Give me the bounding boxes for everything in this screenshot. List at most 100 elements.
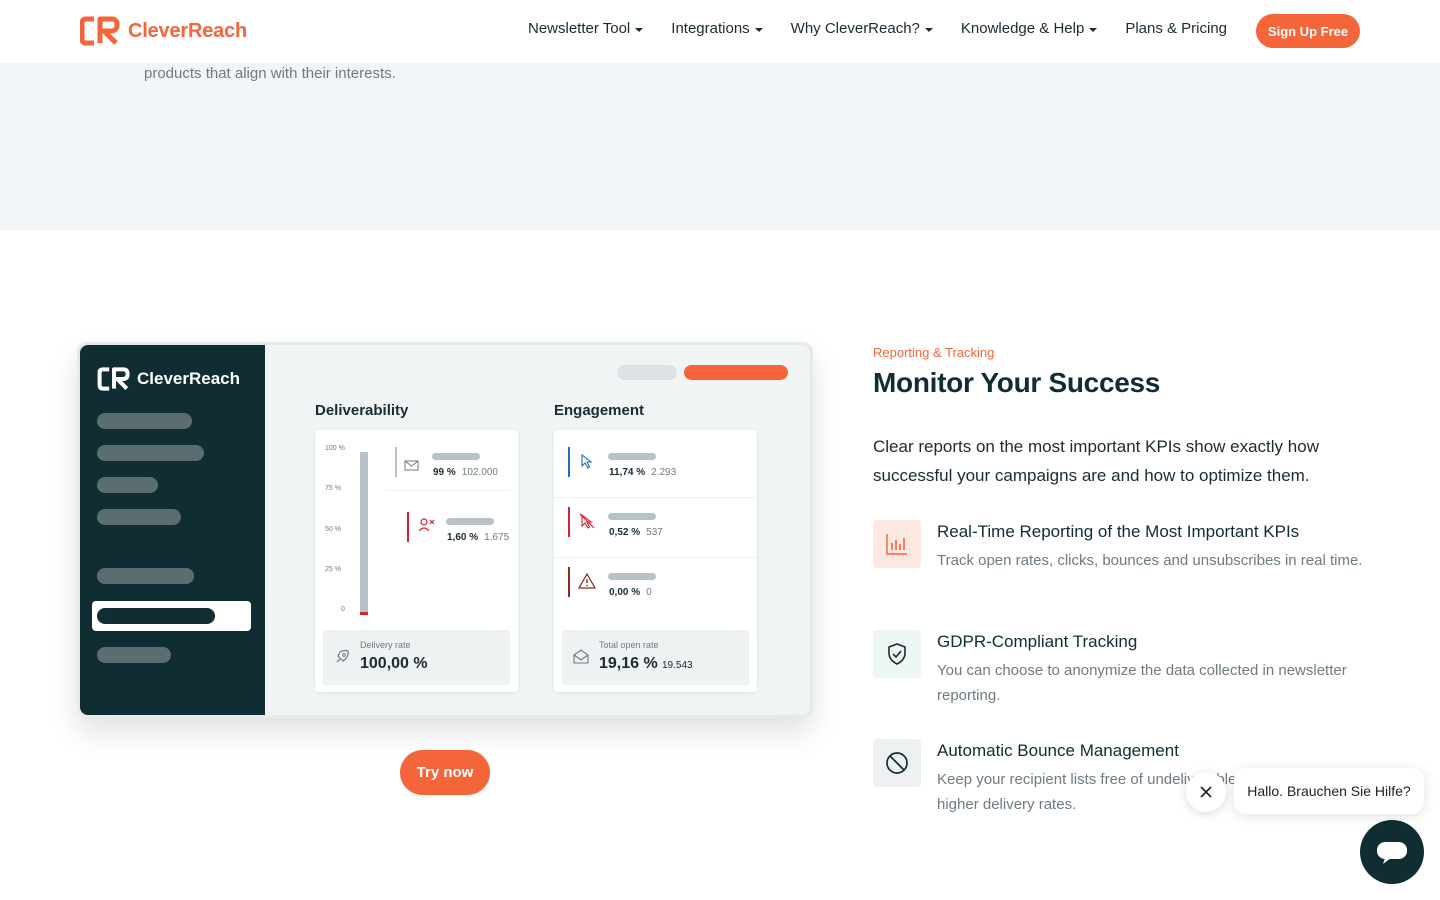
section-title: Monitor Your Success bbox=[873, 367, 1161, 398]
mockup-main: Deliverability 100 % 75 % 50 % 25 % 0 99… bbox=[265, 345, 810, 715]
dashboard-mockup: CleverReach Deliverability 100 % 75 % 50… bbox=[77, 342, 813, 718]
feature-title: GDPR-Compliant Tracking bbox=[937, 632, 1138, 651]
delivered-metric: 99 % 102.000 bbox=[433, 467, 498, 478]
bounce-pct: 1,60 % bbox=[447, 532, 479, 543]
mockup-menu-placeholder bbox=[97, 568, 194, 584]
shield-check-icon bbox=[873, 630, 921, 678]
metric-placeholder bbox=[446, 518, 494, 525]
metric-placeholder bbox=[608, 573, 656, 580]
divider bbox=[554, 497, 757, 498]
chat-close-button[interactable] bbox=[1186, 772, 1226, 812]
main-nav: Newsletter Tool Integrations Why CleverR… bbox=[528, 20, 1227, 37]
bounce-metric: 1,60 % 1.675 bbox=[447, 532, 509, 543]
deliverability-title: Deliverability bbox=[315, 402, 409, 419]
nav-why-cleverreach[interactable]: Why CleverReach? bbox=[791, 20, 933, 37]
cursor-icon bbox=[581, 453, 593, 469]
y-tick: 0 bbox=[341, 606, 345, 613]
bar-chart-icon bbox=[873, 520, 921, 568]
feature-title: Real-Time Reporting of the Most Importan… bbox=[937, 522, 1300, 541]
chevron-down-icon bbox=[1089, 27, 1098, 32]
sign-up-button[interactable]: Sign Up Free bbox=[1256, 14, 1360, 48]
chat-open-button[interactable] bbox=[1360, 820, 1424, 884]
chat-greeting[interactable]: Hallo. Brauchen Sie Hilfe? bbox=[1234, 768, 1424, 814]
mockup-pill-placeholder bbox=[617, 365, 677, 380]
delivered-count: 102.000 bbox=[461, 467, 498, 478]
metric-placeholder bbox=[432, 453, 480, 460]
section-eyebrow: Reporting & Tracking bbox=[873, 345, 995, 360]
cleverreach-logo-icon bbox=[80, 16, 120, 46]
mockup-menu-placeholder bbox=[97, 413, 192, 429]
feature-text: You can choose to anonymize the data col… bbox=[937, 662, 1347, 704]
divider bbox=[385, 490, 510, 491]
brand-logo[interactable]: CleverReach bbox=[80, 16, 247, 46]
nav-integrations[interactable]: Integrations bbox=[671, 20, 763, 37]
nav-label: Knowledge & Help bbox=[960, 20, 1085, 37]
mockup-logo: CleverReach bbox=[97, 367, 240, 391]
open-mail-icon bbox=[573, 649, 589, 664]
delivery-bar bbox=[360, 452, 368, 615]
y-tick: 50 % bbox=[325, 526, 341, 533]
bounce-bar bbox=[360, 612, 368, 615]
unsubscribe-pct: 0,52 % bbox=[609, 527, 641, 538]
nav-plans-pricing[interactable]: Plans & Pricing bbox=[1125, 20, 1227, 37]
complaint-pct: 0,00 % bbox=[609, 587, 641, 598]
mockup-sidebar: CleverReach bbox=[80, 345, 265, 715]
intro-band: products that align with their interests… bbox=[0, 63, 1440, 230]
chat-bubble-icon bbox=[1377, 842, 1407, 864]
cursor-off-icon bbox=[579, 513, 595, 529]
chevron-down-icon bbox=[924, 27, 933, 32]
mockup-menu-placeholder bbox=[97, 509, 181, 525]
clicks-pct: 11,74 % bbox=[609, 467, 646, 478]
deliverability-card: 100 % 75 % 50 % 25 % 0 99 % 102.000 1,60 … bbox=[315, 430, 518, 692]
band-text: products that align with their interests… bbox=[144, 65, 396, 82]
clicks-metric: 11,74 % 2.293 bbox=[609, 467, 676, 478]
open-rate-count: 19.543 bbox=[662, 660, 693, 671]
mail-check-icon bbox=[404, 460, 419, 471]
feature-text: Track open rates, clicks, bounces and un… bbox=[937, 552, 1363, 569]
chevron-down-icon bbox=[635, 27, 644, 32]
nav-label: Plans & Pricing bbox=[1125, 20, 1228, 37]
mockup-brand-name: CleverReach bbox=[137, 369, 241, 388]
bounce-count: 1.675 bbox=[484, 532, 510, 543]
y-tick: 100 % bbox=[325, 445, 345, 452]
bounce-marker bbox=[407, 512, 409, 542]
brand-name: CleverReach bbox=[128, 19, 247, 42]
mockup-menu-active bbox=[92, 601, 251, 631]
complaint-metric: 0,00 % 0 bbox=[609, 587, 652, 598]
delivered-pct: 99 % bbox=[433, 467, 456, 478]
warning-icon bbox=[578, 572, 596, 589]
section-lead: Clear reports on the most important KPIs… bbox=[873, 437, 1319, 485]
nav-label: Integrations bbox=[671, 20, 750, 37]
complaint-count: 0 bbox=[646, 587, 652, 598]
metric-placeholder bbox=[608, 453, 656, 460]
close-icon bbox=[1200, 786, 1212, 798]
y-tick: 75 % bbox=[325, 485, 341, 492]
unsubscribe-metric: 0,52 % 537 bbox=[609, 527, 663, 538]
mockup-button-placeholder bbox=[684, 365, 788, 380]
metric-placeholder bbox=[608, 513, 656, 520]
unsubscribe-count: 537 bbox=[646, 527, 663, 538]
open-rate-summary: Total open rate 19,16 % 19.543 bbox=[562, 630, 749, 685]
mockup-menu-placeholder bbox=[97, 647, 171, 663]
chevron-down-icon bbox=[754, 27, 763, 32]
nav-newsletter-tool[interactable]: Newsletter Tool bbox=[528, 20, 644, 37]
open-rate-label: Total open rate bbox=[599, 640, 659, 650]
y-tick: 25 % bbox=[325, 566, 341, 573]
feature-title: Automatic Bounce Management bbox=[937, 741, 1179, 760]
complaint-marker bbox=[568, 567, 570, 597]
divider bbox=[554, 557, 757, 558]
engagement-title: Engagement bbox=[554, 402, 645, 419]
cleverreach-logo-icon bbox=[97, 367, 130, 391]
nav-knowledge-help[interactable]: Knowledge & Help bbox=[960, 20, 1098, 37]
open-rate-value: 19,16 % bbox=[599, 655, 658, 672]
try-now-button[interactable]: Try now bbox=[400, 750, 490, 795]
delivery-rate-label: Delivery rate bbox=[360, 640, 411, 650]
site-header: CleverReach Newsletter Tool Integrations… bbox=[0, 0, 1440, 63]
clicks-count: 2.293 bbox=[651, 467, 677, 478]
mockup-menu-placeholder bbox=[97, 445, 204, 461]
delivery-rate-summary: Delivery rate 100,00 % bbox=[323, 630, 510, 685]
rocket-icon bbox=[336, 649, 349, 663]
nav-label: Newsletter Tool bbox=[528, 20, 631, 37]
mockup-menu-placeholder bbox=[97, 608, 215, 624]
clicks-marker bbox=[568, 447, 570, 477]
